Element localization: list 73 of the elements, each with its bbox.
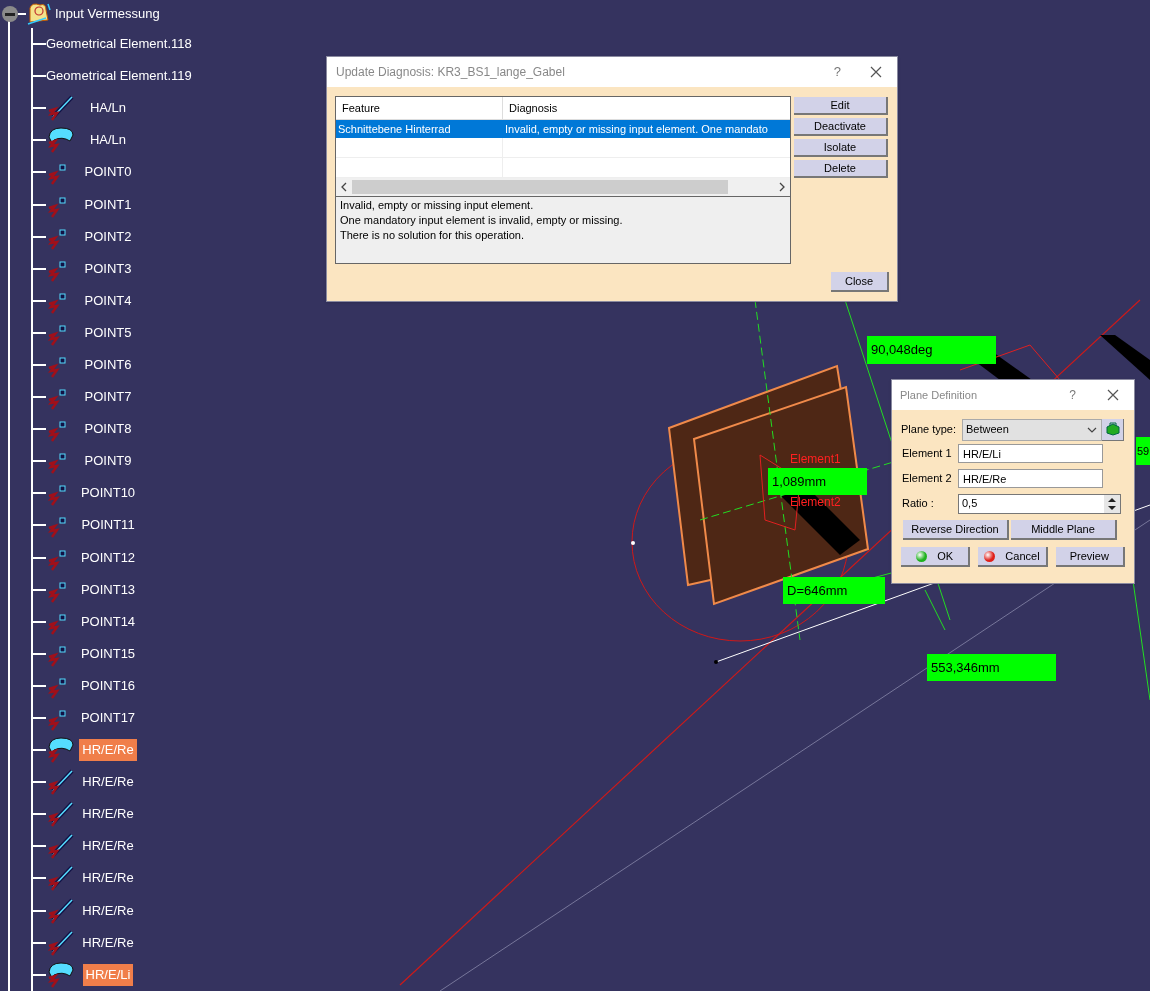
tree-item[interactable]: POINT5 bbox=[81, 321, 135, 344]
close-icon[interactable] bbox=[869, 65, 883, 79]
tree-item[interactable]: HR/E/Re bbox=[79, 931, 137, 954]
tree-item[interactable]: HR/E/Re bbox=[79, 867, 137, 890]
cap-shape-icon bbox=[46, 959, 76, 990]
tree-item[interactable]: HR/E/Re bbox=[79, 803, 137, 826]
tree-item[interactable]: HR/E/Re bbox=[79, 771, 137, 794]
column-header[interactable]: Feature bbox=[336, 97, 503, 119]
tree-item[interactable]: POINT17 bbox=[77, 707, 139, 729]
field-label: Element 2 bbox=[902, 471, 953, 487]
tree-item[interactable]: POINT4 bbox=[81, 289, 135, 312]
dialog-button[interactable]: Cancel bbox=[978, 547, 1048, 567]
tree-item[interactable]: HA/Ln bbox=[86, 97, 130, 120]
tree-item[interactable]: HA/Ln bbox=[86, 129, 130, 152]
message-text: There is no solution for this operation. bbox=[340, 228, 526, 243]
dimension-label: 90,048deg bbox=[867, 336, 996, 364]
chevron-down-icon[interactable] bbox=[1087, 425, 1097, 434]
tree-item[interactable]: POINT9 bbox=[81, 450, 135, 473]
action-button[interactable]: Edit bbox=[794, 97, 888, 115]
tree-item[interactable]: POINT15 bbox=[77, 642, 139, 665]
window-title: Update Diagnosis: KR3_BS1_lange_Gabel bbox=[336, 64, 565, 81]
action-button[interactable]: Isolate bbox=[794, 139, 888, 157]
tree-item[interactable]: HR/E/Re bbox=[79, 899, 137, 922]
action-button[interactable]: Deactivate bbox=[794, 118, 888, 136]
tree-item[interactable]: POINT8 bbox=[81, 418, 135, 441]
table-row[interactable]: Schnittebene Hinterrad Invalid, empty or missing input element. One mandato bbox=[336, 120, 790, 138]
help-button[interactable]: ? bbox=[833, 62, 841, 82]
close-icon[interactable] bbox=[1106, 388, 1120, 402]
tree-item[interactable]: Geometrical Element.119 bbox=[46, 66, 192, 86]
field-label: Element 1 bbox=[902, 446, 953, 462]
tree-item[interactable]: POINT13 bbox=[77, 578, 139, 601]
tree-item[interactable]: Input Vermessung bbox=[55, 4, 160, 24]
option-button[interactable]: Reverse Direction bbox=[903, 520, 1009, 540]
tree-item[interactable]: POINT6 bbox=[81, 354, 135, 376]
dimension-label: D=646mm bbox=[783, 577, 885, 604]
element-tag: Element1 bbox=[790, 453, 841, 466]
dialog-button[interactable]: Preview bbox=[1055, 547, 1125, 567]
help-button[interactable]: ? bbox=[1069, 386, 1076, 404]
collapse-toggle[interactable] bbox=[2, 6, 18, 22]
action-button[interactable]: Delete bbox=[794, 160, 888, 178]
tree-item[interactable]: POINT10 bbox=[77, 482, 139, 505]
tree-item[interactable]: POINT11 bbox=[78, 514, 138, 537]
horizontal-scrollbar[interactable] bbox=[336, 178, 790, 196]
option-button[interactable]: Middle Plane bbox=[1011, 520, 1117, 540]
dimension-label: 59 bbox=[1136, 437, 1150, 465]
document-gear-icon bbox=[26, 2, 52, 26]
input-field[interactable]: HR/E/Re bbox=[958, 469, 1103, 488]
close-button[interactable]: Close bbox=[831, 272, 889, 292]
message-text: Invalid, empty or missing input element. bbox=[340, 198, 535, 213]
ratio-spinbox[interactable]: 0,5 bbox=[958, 493, 1121, 514]
tree-item[interactable]: Geometrical Element.118 bbox=[46, 34, 192, 54]
spinner-arrows-icon[interactable] bbox=[1104, 494, 1120, 513]
tree-item[interactable]: POINT2 bbox=[81, 225, 135, 248]
plane-type-dropdown[interactable]: Between bbox=[962, 418, 1102, 441]
tree-item[interactable]: POINT0 bbox=[81, 161, 135, 184]
column-header[interactable]: Diagnosis bbox=[503, 97, 790, 119]
tree-item[interactable]: POINT16 bbox=[77, 674, 139, 697]
tree-item[interactable]: POINT1 bbox=[81, 193, 135, 216]
tree-item[interactable]: POINT3 bbox=[81, 257, 135, 280]
field-label: Ratio : bbox=[902, 496, 935, 512]
tree-item[interactable]: POINT7 bbox=[81, 386, 135, 409]
window-title: Plane Definition bbox=[900, 387, 978, 403]
element-tag: Element2 bbox=[790, 496, 841, 509]
cube-icon[interactable] bbox=[1102, 418, 1124, 441]
tree-item[interactable]: POINT12 bbox=[77, 546, 139, 569]
tree-item[interactable]: POINT14 bbox=[77, 610, 139, 633]
dimension-label: 1,089mm bbox=[768, 468, 867, 495]
message-text: One mandatory input element is invalid, empty or missing. bbox=[340, 213, 624, 228]
tree-item[interactable]: HR/E/Re bbox=[79, 835, 137, 858]
field-label: Plane type: bbox=[901, 422, 958, 438]
dialog-button[interactable]: OK bbox=[901, 547, 971, 567]
dimension-label: 553,346mm bbox=[927, 654, 1056, 681]
input-field[interactable]: HR/E/Li bbox=[958, 444, 1103, 463]
